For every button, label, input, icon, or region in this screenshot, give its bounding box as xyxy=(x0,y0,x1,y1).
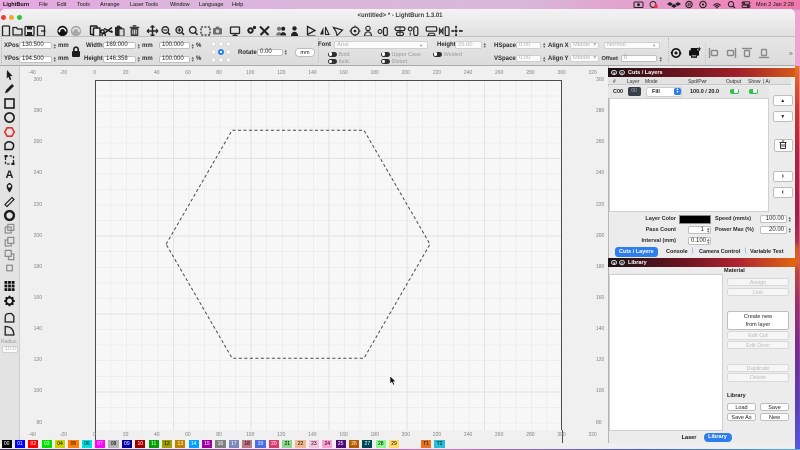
svg-text:A: A xyxy=(6,169,14,181)
